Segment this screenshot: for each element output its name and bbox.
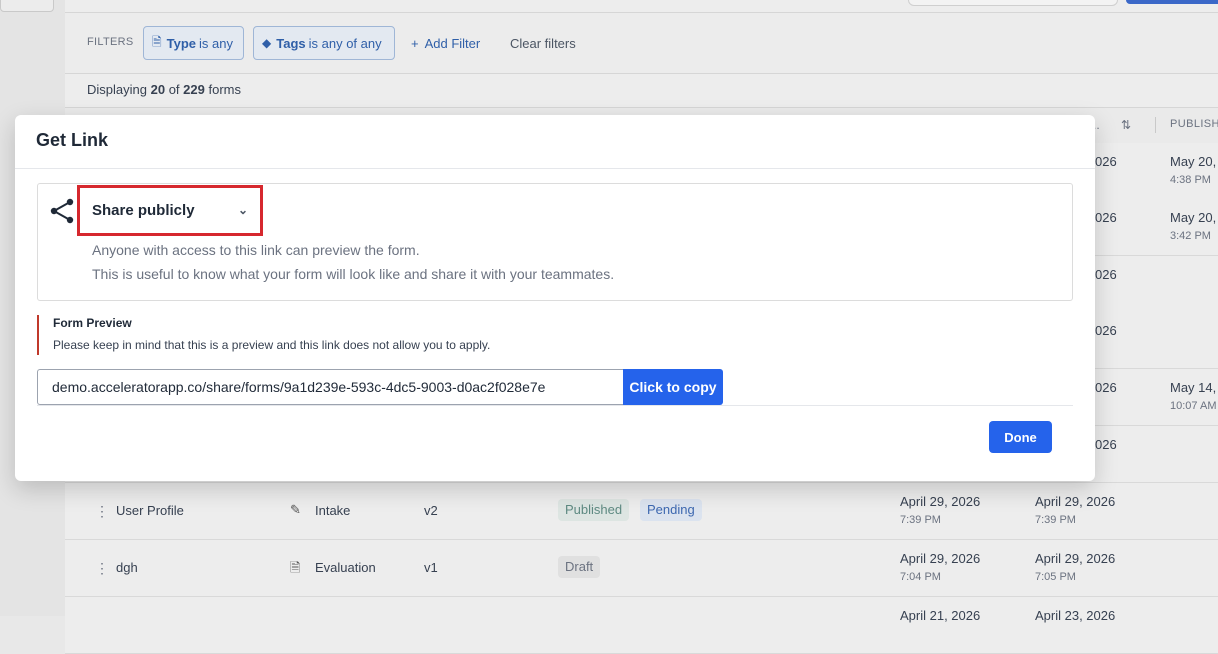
updated-date: 026 bbox=[1095, 380, 1117, 395]
search-input[interactable] bbox=[908, 0, 1118, 6]
type-filter-key: Type bbox=[166, 35, 197, 51]
copy-link-button[interactable]: Click to copy bbox=[623, 369, 723, 405]
form-name[interactable]: User Profile bbox=[116, 503, 184, 518]
column-separator bbox=[1155, 117, 1156, 133]
display-count: Displaying 20 of 229 forms bbox=[87, 82, 241, 97]
share-icon bbox=[50, 198, 74, 224]
primary-action-button[interactable] bbox=[1126, 0, 1218, 4]
published-date: May 14, 10:07 AM bbox=[1170, 380, 1217, 412]
footer-divider bbox=[37, 405, 1073, 406]
share-visibility-value: Share publicly bbox=[92, 202, 195, 219]
created-date: April 21, 2026 bbox=[900, 608, 981, 623]
updated-date: 026 bbox=[1095, 154, 1117, 169]
plus-icon: + bbox=[411, 36, 419, 51]
add-filter-button[interactable]: + Add Filter bbox=[411, 36, 480, 51]
add-filter-label: Add Filter bbox=[424, 36, 481, 51]
form-preview-note: Form Preview Please keep in mind that th… bbox=[37, 315, 539, 355]
share-settings-card: Share publicly ⌄ Anyone with access to t… bbox=[37, 183, 1073, 301]
tags-filter-value: is any of any bbox=[308, 35, 382, 51]
share-description-1: Anyone with access to this link can prev… bbox=[92, 242, 420, 258]
column-header-publish[interactable]: PUBLISH bbox=[1170, 118, 1218, 130]
form-version: v2 bbox=[424, 503, 438, 518]
created-date: April 29, 2026 7:39 PM bbox=[900, 494, 981, 526]
document-icon: 🗎 bbox=[152, 34, 162, 49]
form-version: v1 bbox=[424, 560, 438, 575]
table-row[interactable]: ⋮ User Profile ✎ Intake v2 Published Pen… bbox=[65, 483, 1218, 540]
updated-date: April 23, 2026 bbox=[1035, 608, 1116, 623]
updated-date: 026 bbox=[1095, 323, 1117, 338]
filters-bar: FILTERS 🗎 Type is any ◆ Tags is any of a… bbox=[65, 12, 1218, 74]
created-date: April 29, 2026 7:04 PM bbox=[900, 551, 981, 583]
status-badge: Published bbox=[558, 499, 630, 521]
chevron-down-icon: ⌄ bbox=[238, 203, 249, 217]
filters-label: FILTERS bbox=[87, 36, 134, 48]
type-filter-value: is any bbox=[199, 35, 234, 51]
published-date: May 20, 4:38 PM bbox=[1170, 154, 1217, 186]
display-prefix: Displaying bbox=[87, 82, 147, 97]
updated-date: April 29, 2026 7:05 PM bbox=[1035, 551, 1116, 583]
clear-filters-button[interactable]: Clear filters bbox=[510, 36, 576, 51]
row-menu-icon[interactable]: ⋮ bbox=[95, 560, 109, 577]
intake-form-icon: ✎ bbox=[290, 502, 301, 517]
updated-date: 026 bbox=[1095, 210, 1117, 225]
share-description-2: This is useful to know what your form wi… bbox=[92, 266, 615, 282]
display-suffix: forms bbox=[208, 82, 242, 97]
status-badge: Draft bbox=[558, 556, 601, 578]
form-preview-title: Form Preview bbox=[53, 316, 132, 330]
updated-date: April 29, 2026 7:39 PM bbox=[1035, 494, 1116, 526]
published-date: May 20, 3:42 PM bbox=[1170, 210, 1217, 242]
table-row[interactable]: April 21, 2026 April 23, 2026 bbox=[65, 597, 1218, 654]
updated-date: 026 bbox=[1095, 267, 1117, 282]
display-total: 229 bbox=[183, 82, 205, 97]
tags-filter-key: Tags bbox=[276, 35, 306, 51]
share-link-input[interactable] bbox=[37, 369, 624, 405]
form-type: Evaluation bbox=[315, 560, 376, 575]
sidebar-button[interactable] bbox=[0, 0, 54, 12]
get-link-modal: Get Link Share publicly ⌄ Anyone with ac… bbox=[15, 115, 1095, 481]
display-of: of bbox=[168, 82, 180, 97]
form-preview-text: Please keep in mind that this is a previ… bbox=[53, 338, 491, 352]
table-row[interactable]: ⋮ dgh 🗎 Evaluation v1 Draft April 29, 20… bbox=[65, 540, 1218, 597]
tags-filter-chip[interactable]: ◆ Tags is any of any bbox=[253, 26, 395, 60]
modal-title: Get Link bbox=[36, 130, 109, 150]
share-visibility-dropdown[interactable]: Share publicly ⌄ bbox=[77, 185, 263, 236]
tag-icon: ◆ bbox=[262, 36, 272, 50]
updated-date: 026 bbox=[1095, 437, 1117, 452]
evaluation-form-icon: 🗎 bbox=[290, 560, 301, 575]
done-button[interactable]: Done bbox=[989, 421, 1052, 453]
type-filter-chip[interactable]: 🗎 Type is any bbox=[143, 26, 244, 60]
form-name[interactable]: dgh bbox=[116, 560, 138, 575]
form-type: Intake bbox=[315, 503, 351, 518]
modal-divider bbox=[15, 168, 1095, 169]
sort-icon[interactable]: ⇅ bbox=[1121, 118, 1131, 132]
row-menu-icon[interactable]: ⋮ bbox=[95, 503, 109, 520]
pending-badge: Pending bbox=[640, 499, 702, 521]
display-shown: 20 bbox=[150, 82, 166, 97]
